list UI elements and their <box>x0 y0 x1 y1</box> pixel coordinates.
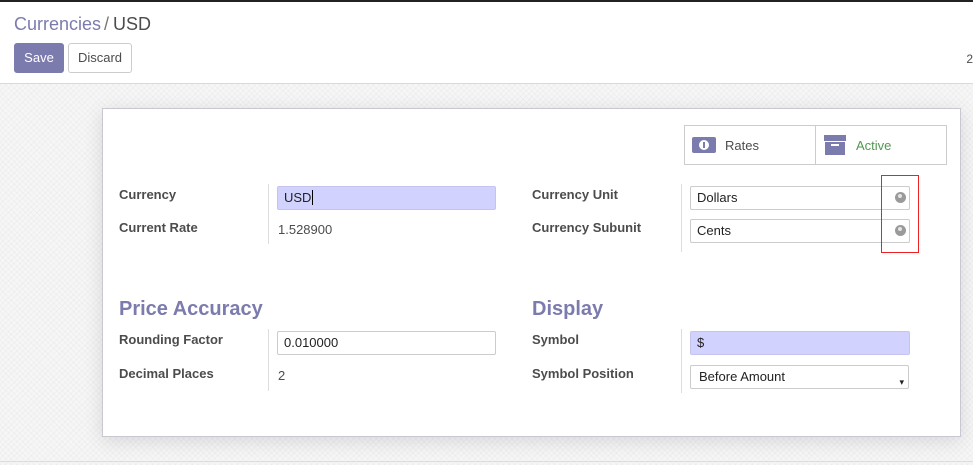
decimal-places-value: 2 <box>278 368 286 383</box>
rounding-factor-input[interactable]: 0.010000 <box>277 331 496 355</box>
archive-icon <box>822 134 848 156</box>
discard-button[interactable]: Discard <box>68 43 132 73</box>
symbol-position-label: Symbol Position <box>532 366 634 381</box>
currency-subunit-input[interactable]: Cents <box>690 219 910 243</box>
rates-label: Rates <box>725 137 759 153</box>
currency-value: USD <box>284 190 312 205</box>
pager-value: 2 <box>966 52 973 66</box>
rounding-factor-label: Rounding Factor <box>119 332 223 347</box>
breadcrumb: Currencies / USD <box>14 14 151 35</box>
breadcrumb-current: USD <box>113 14 152 34</box>
field-divider <box>268 184 269 244</box>
money-icon <box>691 134 717 156</box>
display-title: Display <box>532 298 604 320</box>
rates-button[interactable]: Rates <box>685 126 815 164</box>
currency-label: Currency <box>119 187 177 202</box>
breadcrumb-separator: / <box>104 14 110 34</box>
save-button[interactable]: Save <box>14 43 64 73</box>
breadcrumb-currencies-link[interactable]: Currencies <box>14 14 101 34</box>
symbol-position-select[interactable]: Before Amount ▾ <box>690 365 909 389</box>
active-toggle-button[interactable]: Active <box>815 126 946 164</box>
form-sheet: Rates Active Currency USD Current Rate 1… <box>102 108 961 437</box>
bottom-divider <box>0 461 973 462</box>
control-panel: Currencies / USD Save Discard 2 <box>0 2 973 84</box>
chevron-down-icon: ▾ <box>899 377 904 387</box>
symbol-input[interactable]: $ <box>690 331 910 355</box>
field-divider <box>681 184 682 252</box>
currency-subunit-label: Currency Subunit <box>532 220 642 235</box>
currency-unit-input[interactable]: Dollars <box>690 186 910 210</box>
field-divider <box>681 329 682 393</box>
smart-button-box: Rates Active <box>684 125 947 165</box>
currency-unit-label: Currency Unit <box>532 187 618 202</box>
current-rate-value: 1.528900 <box>278 222 333 237</box>
symbol-position-value: Before Amount <box>699 369 785 384</box>
symbol-label: Symbol <box>532 332 579 347</box>
price-accuracy-title: Price Accuracy <box>119 298 263 320</box>
active-label: Active <box>856 137 892 153</box>
highlight-box <box>881 175 919 253</box>
currency-input[interactable]: USD <box>277 186 496 210</box>
current-rate-label: Current Rate <box>119 220 198 235</box>
text-cursor <box>312 190 314 205</box>
field-divider <box>268 329 269 391</box>
decimal-places-label: Decimal Places <box>119 366 214 381</box>
